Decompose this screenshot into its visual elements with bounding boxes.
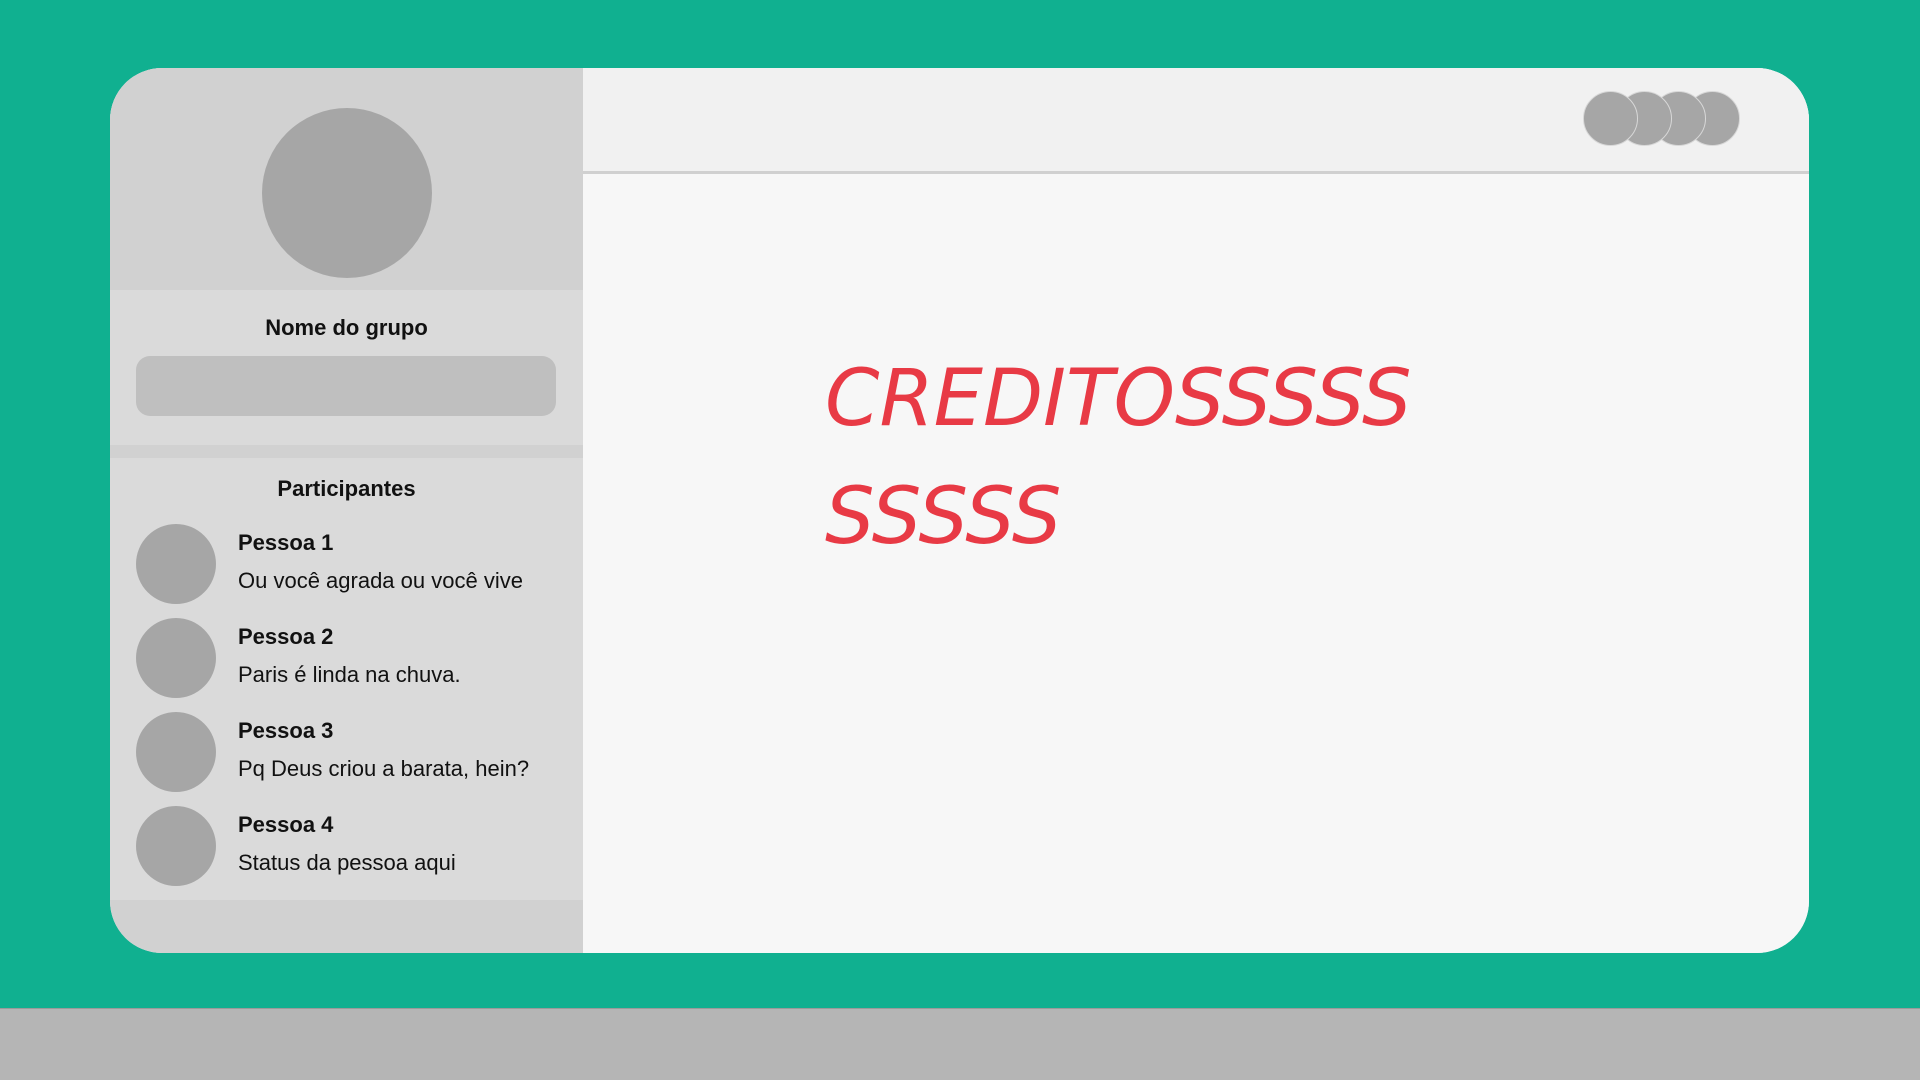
sidebar: Nome do grupo Participantes Pessoa 1 Ou … xyxy=(110,68,583,953)
participant-status: Status da pessoa aqui xyxy=(238,850,456,875)
participant-item[interactable]: Pessoa 4 Status da pessoa aqui xyxy=(110,806,583,886)
group-info: Nome do grupo xyxy=(110,290,583,445)
participant-name: Pessoa 1 xyxy=(238,530,334,555)
app-window: Nome do grupo Participantes Pessoa 1 Ou … xyxy=(110,68,1809,953)
avatar xyxy=(136,806,216,886)
participant-name: Pessoa 2 xyxy=(238,624,334,649)
avatar xyxy=(1583,91,1638,146)
participant-item[interactable]: Pessoa 3 Pq Deus criou a barata, hein? xyxy=(110,712,583,792)
member-avatars[interactable] xyxy=(1583,91,1763,147)
participant-item[interactable]: Pessoa 2 Paris é linda na chuva. xyxy=(110,618,583,698)
credits-text: CREDITOSSSSS SSSSS xyxy=(825,340,1465,576)
main-header xyxy=(583,68,1809,174)
group-name-input[interactable] xyxy=(136,356,556,416)
main-content: CREDITOSSSSS SSSSS xyxy=(583,68,1809,953)
group-header xyxy=(110,68,583,290)
avatar xyxy=(136,524,216,604)
credits-line: SSSSS xyxy=(825,472,1062,562)
participant-status: Pq Deus criou a barata, hein? xyxy=(238,756,530,781)
credits-line: CREDITOSSSSS xyxy=(825,354,1412,444)
avatar xyxy=(136,618,216,698)
participant-name: Pessoa 4 xyxy=(238,812,334,837)
participants-panel: Participantes Pessoa 1 Ou você agrada ou… xyxy=(110,458,583,900)
group-name-label: Nome do grupo xyxy=(265,315,428,340)
participant-status: Paris é linda na chuva. xyxy=(238,662,461,687)
group-avatar[interactable] xyxy=(262,108,432,278)
avatar xyxy=(136,712,216,792)
participant-status: Ou você agrada ou você vive xyxy=(238,568,523,593)
participants-title: Participantes xyxy=(277,476,416,501)
participant-name: Pessoa 3 xyxy=(238,718,334,743)
participant-item[interactable]: Pessoa 1 Ou você agrada ou você vive xyxy=(110,524,583,604)
bottom-bar xyxy=(0,1008,1920,1080)
